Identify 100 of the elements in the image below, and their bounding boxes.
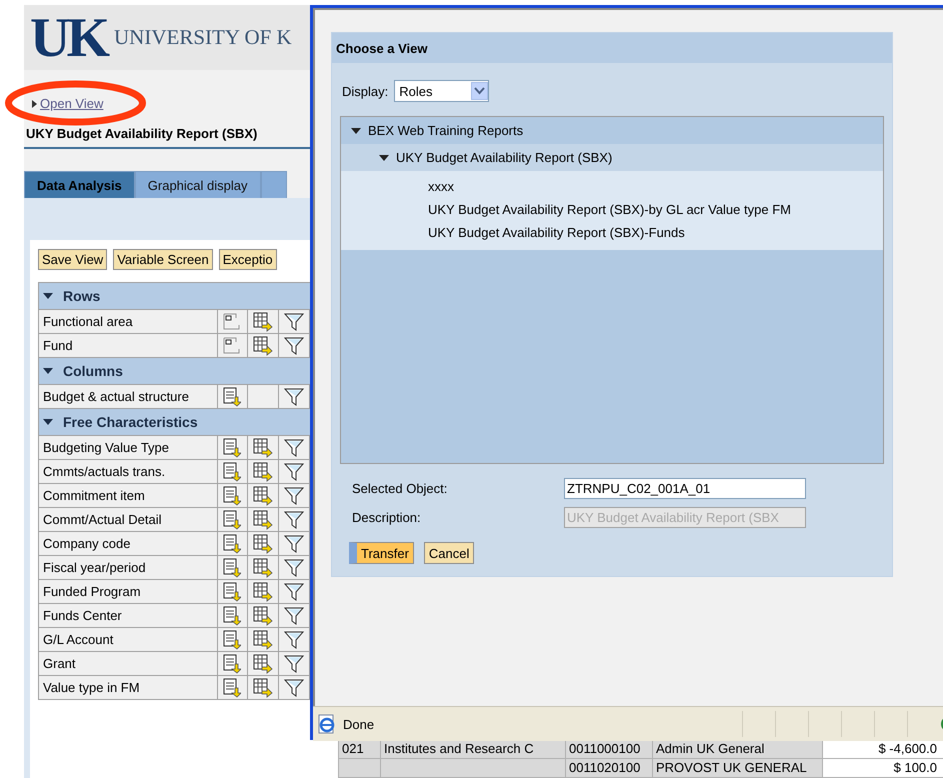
list-down-arrow-icon[interactable] xyxy=(223,582,242,602)
selected-object-field[interactable]: ZTRNPU_C02_001A_01 xyxy=(564,478,806,499)
filter-icon[interactable] xyxy=(284,336,304,356)
toolbar-button[interactable]: Save View xyxy=(38,249,108,270)
list-down-arrow-icon[interactable] xyxy=(223,654,242,674)
table-cell: 021 xyxy=(342,741,364,756)
list-down-arrow-icon[interactable] xyxy=(223,386,242,406)
section-title: Columns xyxy=(63,363,123,379)
characteristic-name: Funded Program xyxy=(38,580,218,604)
tab[interactable]: Graphical display xyxy=(134,171,260,198)
list-down-arrow-icon[interactable] xyxy=(223,558,242,578)
view-item[interactable]: xxxx xyxy=(428,175,883,198)
section-header[interactable]: Free Characteristics xyxy=(38,408,310,436)
grid-right-arrow-icon[interactable] xyxy=(253,534,274,554)
table-cell: Admin UK General xyxy=(656,741,764,756)
expand-triangle-icon[interactable] xyxy=(351,128,361,134)
grid-right-arrow-icon[interactable] xyxy=(253,312,274,332)
table-cell: 0011020100 xyxy=(569,760,640,775)
table-cell: $ -4,600.0 xyxy=(878,741,937,756)
characteristic-name: Budget & actual structure xyxy=(38,384,218,408)
collapse-triangle-icon[interactable] xyxy=(43,419,53,425)
section-title: Rows xyxy=(63,288,100,304)
filter-icon[interactable] xyxy=(284,558,304,578)
institution-name: UNIVERSITY OF K xyxy=(114,25,292,50)
filter-icon[interactable] xyxy=(284,386,304,406)
logo-text: UK xyxy=(30,10,106,66)
collapse-triangle-icon[interactable] xyxy=(43,293,53,299)
list-down-arrow-icon[interactable] xyxy=(223,630,242,650)
tree-folder[interactable]: UKY Budget Availability Report (SBX) xyxy=(341,144,883,171)
grid-right-arrow-icon[interactable] xyxy=(253,654,274,674)
grid-right-arrow-icon[interactable] xyxy=(253,462,274,482)
toolbar-button[interactable]: Exceptio xyxy=(218,249,277,270)
characteristic-name: Fiscal year/period xyxy=(38,556,218,580)
grid-right-arrow-icon[interactable] xyxy=(253,486,274,506)
folder-label: BEX Web Training Reports xyxy=(368,123,524,138)
grid-right-arrow-icon[interactable] xyxy=(253,630,274,650)
display-dropdown[interactable]: Roles xyxy=(394,80,490,102)
grid-right-arrow-icon[interactable] xyxy=(253,510,274,530)
collapse-triangle-icon[interactable] xyxy=(43,368,53,374)
list-down-arrow-icon[interactable] xyxy=(223,510,242,530)
open-view-link[interactable]: Open View xyxy=(40,96,104,111)
list-down-arrow-icon[interactable] xyxy=(223,486,242,506)
characteristic-name: Cmmts/actuals trans. xyxy=(38,460,218,484)
filter-icon[interactable] xyxy=(284,462,304,482)
grid-right-arrow-icon[interactable] xyxy=(253,582,274,602)
filter-icon[interactable] xyxy=(284,534,304,554)
characteristic-name: Fund xyxy=(38,334,218,358)
section-header[interactable]: Columns xyxy=(38,358,310,384)
grid-right-arrow-icon[interactable] xyxy=(253,606,274,626)
grid-right-arrow-icon[interactable] xyxy=(253,336,274,356)
grid-right-arrow-icon[interactable] xyxy=(253,438,274,458)
dialog-button[interactable]: Transfer xyxy=(349,542,414,564)
dialog-title: Choose a View xyxy=(336,40,428,56)
display-label: Display: xyxy=(342,84,388,98)
field-label: Selected Object: xyxy=(352,481,448,496)
status-text: Done xyxy=(343,716,374,732)
report-title: UKY Budget Availability Report (SBX) xyxy=(26,126,258,141)
filter-icon[interactable] xyxy=(284,654,304,674)
characteristic-name: G/L Account xyxy=(38,628,218,652)
browser-page-icon[interactable] xyxy=(317,713,337,735)
filter-icon[interactable] xyxy=(284,606,304,626)
grid-right-arrow-icon[interactable] xyxy=(253,558,274,578)
filter-icon[interactable] xyxy=(284,438,304,458)
section-title: Free Characteristics xyxy=(63,414,198,430)
frame-icon[interactable] xyxy=(223,336,242,354)
characteristic-name: Grant xyxy=(38,652,218,676)
filter-icon[interactable] xyxy=(284,630,304,650)
expand-triangle-icon[interactable] xyxy=(379,154,389,160)
characteristic-name: Value type in FM xyxy=(38,676,218,700)
table-cell: 0011000100 xyxy=(569,741,640,756)
characteristic-name: Company code xyxy=(38,532,218,556)
chevron-down-icon[interactable] xyxy=(471,82,488,100)
list-down-arrow-icon[interactable] xyxy=(223,534,242,554)
filter-icon[interactable] xyxy=(284,486,304,506)
characteristic-name: Funds Center xyxy=(38,604,218,628)
filter-icon[interactable] xyxy=(284,678,304,698)
characteristic-name: Budgeting Value Type xyxy=(38,436,218,460)
list-down-arrow-icon[interactable] xyxy=(223,606,242,626)
list-down-arrow-icon[interactable] xyxy=(223,678,242,698)
dialog-button[interactable]: Cancel xyxy=(424,542,474,564)
tab[interactable]: Data Analysis xyxy=(24,171,135,198)
characteristic-name: Functional area xyxy=(38,310,218,334)
list-down-arrow-icon[interactable] xyxy=(223,462,242,482)
filter-icon[interactable] xyxy=(284,312,304,332)
characteristic-name: Commt/Actual Detail xyxy=(38,508,218,532)
toolbar-button[interactable]: Variable Screen xyxy=(113,249,213,270)
section-header[interactable]: Rows xyxy=(38,282,310,310)
view-item[interactable]: UKY Budget Availability Report (SBX)-Funds xyxy=(428,221,883,244)
frame-icon[interactable] xyxy=(223,312,242,330)
characteristic-name: Commitment item xyxy=(38,484,218,508)
folder-label: UKY Budget Availability Report (SBX) xyxy=(396,150,612,165)
filter-icon[interactable] xyxy=(284,510,304,530)
table-cell: Institutes and Research C xyxy=(384,741,534,756)
grid-right-arrow-icon[interactable] xyxy=(253,678,274,698)
view-item[interactable]: UKY Budget Availability Report (SBX)-by GL acr Value type FM xyxy=(428,198,883,221)
filter-icon[interactable] xyxy=(284,582,304,602)
field-label: Description: xyxy=(352,510,422,525)
table-cell: $ 100.0 xyxy=(894,760,937,775)
list-down-arrow-icon[interactable] xyxy=(223,438,242,458)
triangle-icon xyxy=(32,100,37,108)
